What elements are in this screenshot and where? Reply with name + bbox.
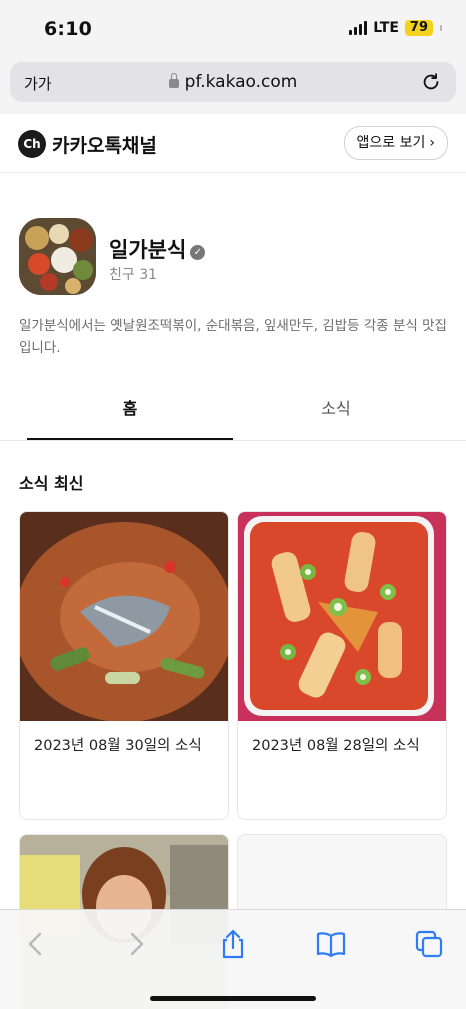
bookmarks-icon[interactable] (315, 928, 347, 960)
address-bar[interactable]: 가가 pf.kakao.com (10, 62, 456, 102)
channel-name-text: 일가분식 (109, 238, 187, 262)
battery-icon: 79 (404, 20, 433, 36)
tab-news[interactable]: 소식 (233, 380, 439, 440)
browser-toolbar (0, 909, 466, 1009)
share-icon[interactable] (217, 928, 249, 960)
channel-description: 일가분식에서는 옛날원조떡볶이, 순대볶음, 잎새만두, 김밥등 각종 분식 맛… (19, 318, 447, 356)
post-caption: 2023년 08월 30일의 소식 (34, 738, 202, 754)
verified-badge-icon: ✓ (190, 245, 206, 260)
reload-icon[interactable] (420, 71, 442, 93)
friend-count: 친구 31 (109, 267, 158, 283)
tab-bar: 홈 소식 (0, 380, 466, 441)
channel-name: 일가분식 ✓ (109, 234, 206, 264)
chevron-right-icon: › (429, 135, 435, 151)
open-in-app-label: 앱으로 보기 (356, 135, 426, 151)
url-text: pf.kakao.com (184, 72, 298, 92)
browser-chrome: 가가 pf.kakao.com (0, 58, 466, 115)
kakao-channel-logo-icon[interactable]: Ch (18, 130, 46, 158)
tabs-icon[interactable] (413, 928, 445, 960)
home-indicator (150, 996, 316, 1001)
profile-avatar[interactable] (19, 218, 96, 295)
status-indicators: LTE 79 (349, 20, 442, 36)
url-display[interactable]: pf.kakao.com (10, 72, 456, 92)
tab-home[interactable]: 홈 (27, 380, 233, 440)
battery-level: 79 (409, 20, 428, 35)
post-card[interactable]: 2023년 08월 28일의 소식 (237, 511, 447, 820)
post-thumbnail (238, 512, 446, 721)
open-in-app-button[interactable]: 앱으로 보기 › (343, 126, 448, 160)
channel-header-title[interactable]: 카카오톡채널 (52, 131, 157, 158)
battery-tip (440, 25, 442, 31)
status-bar: 6:10 LTE 79 (0, 0, 466, 58)
section-title: 소식 최신 (19, 474, 84, 493)
post-caption: 2023년 08월 28일의 소식 (252, 738, 420, 754)
forward-icon[interactable] (120, 928, 152, 960)
post-card[interactable]: 2023년 08월 30일의 소식 (19, 511, 229, 820)
network-label: LTE (373, 20, 399, 36)
post-thumbnail (20, 512, 228, 721)
status-time: 6:10 (44, 18, 93, 40)
signal-icon (349, 21, 368, 35)
lock-icon (168, 73, 179, 88)
channel-header: Ch 카카오톡채널 앱으로 보기 › (0, 114, 466, 173)
back-icon[interactable] (20, 928, 52, 960)
page: 6:10 LTE 79 가가 pf.kakao.com Ch 카카오톡채널 앱으… (0, 0, 466, 1009)
